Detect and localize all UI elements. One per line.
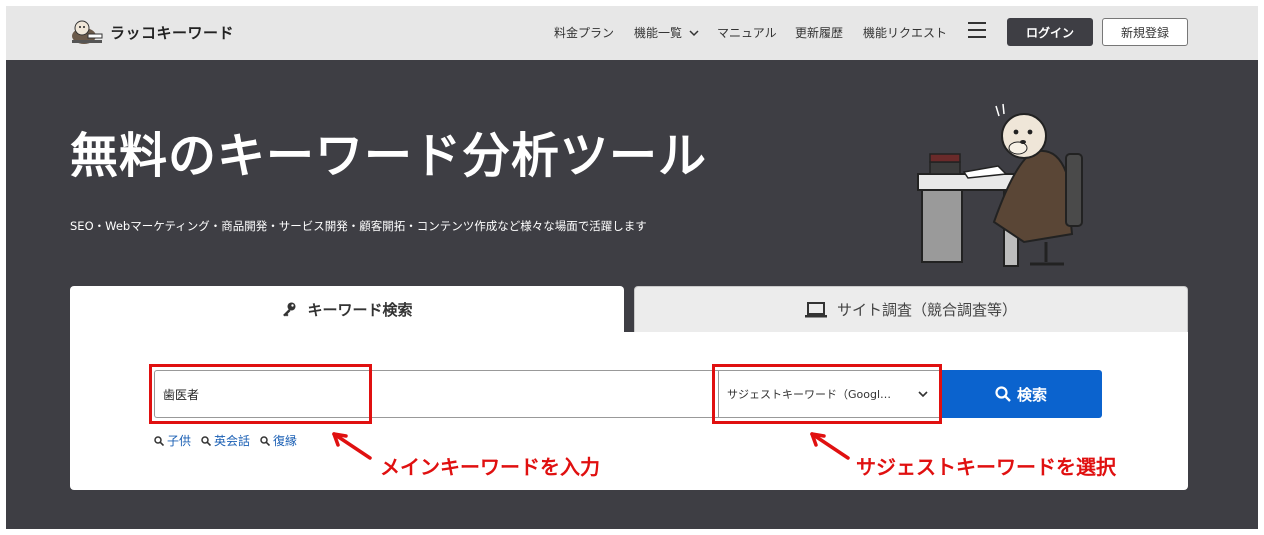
example-keyword-label: 英会話 [214,434,251,448]
annotation-suggest: サジェストキーワードを選択 [856,455,1116,479]
otter-logo-icon [72,20,103,44]
site-logo-text: ラッコキーワード [110,23,235,42]
nav-pricing[interactable]: 料金プラン [554,24,614,41]
annotation-main-keyword: メインキーワードを入力 [380,455,600,479]
hero-title: 無料のキーワード分析ツール [70,128,708,184]
search-icon [201,435,212,446]
tab-site-research[interactable]: サイト調査（競合調査等） [634,286,1188,332]
nav-feature-request[interactable]: 機能リクエスト [863,24,947,41]
search-icon [260,435,271,446]
key-icon [283,302,296,317]
tab-keyword-search-label: キーワード検索 [307,300,413,319]
nav-features[interactable]: 機能一覧 [634,24,699,41]
search-icon [154,435,164,446]
nav-manual[interactable]: マニュアル [717,24,777,41]
example-keyword-link[interactable]: 子供 [154,432,191,449]
example-keywords: 子供 英会話 復縁 [154,432,297,449]
search-button-label: 検索 [1016,385,1047,404]
site-logo[interactable]: ラッコキーワード [70,18,234,46]
tab-keyword-search[interactable]: キーワード検索 [70,286,624,332]
example-keyword-label: 子供 [167,434,192,448]
menu-icon[interactable] [968,22,986,38]
search-button[interactable]: 検索 [940,370,1102,418]
nav-features-label: 機能一覧 [634,26,683,40]
example-keyword-link[interactable]: 英会話 [201,432,250,449]
signup-button[interactable]: 新規登録 [1102,18,1188,46]
nav-changelog[interactable]: 更新履歴 [795,24,843,41]
laptop-icon [804,301,827,317]
search-icon [995,386,1011,402]
example-keyword-link[interactable]: 復縁 [260,432,297,449]
login-button[interactable]: ログイン [1007,18,1093,46]
tab-site-research-label: サイト調査（競合調査等） [836,301,1017,319]
site-header: ラッコキーワード 料金プラン 機能一覧 マニュアル 更新履歴 機能リクエスト ロ… [6,6,1258,60]
chevron-down-icon [689,30,699,37]
hero-subtitle: SEO・Webマーケティング・商品開発・サービス開発・顧客開拓・コンテンツ作成な… [70,219,647,233]
otter-mascot-illustration [917,103,1083,267]
annotation-box-keyword-input [149,364,372,424]
example-keyword-label: 復縁 [273,434,298,448]
annotation-box-suggest-select [712,364,942,424]
